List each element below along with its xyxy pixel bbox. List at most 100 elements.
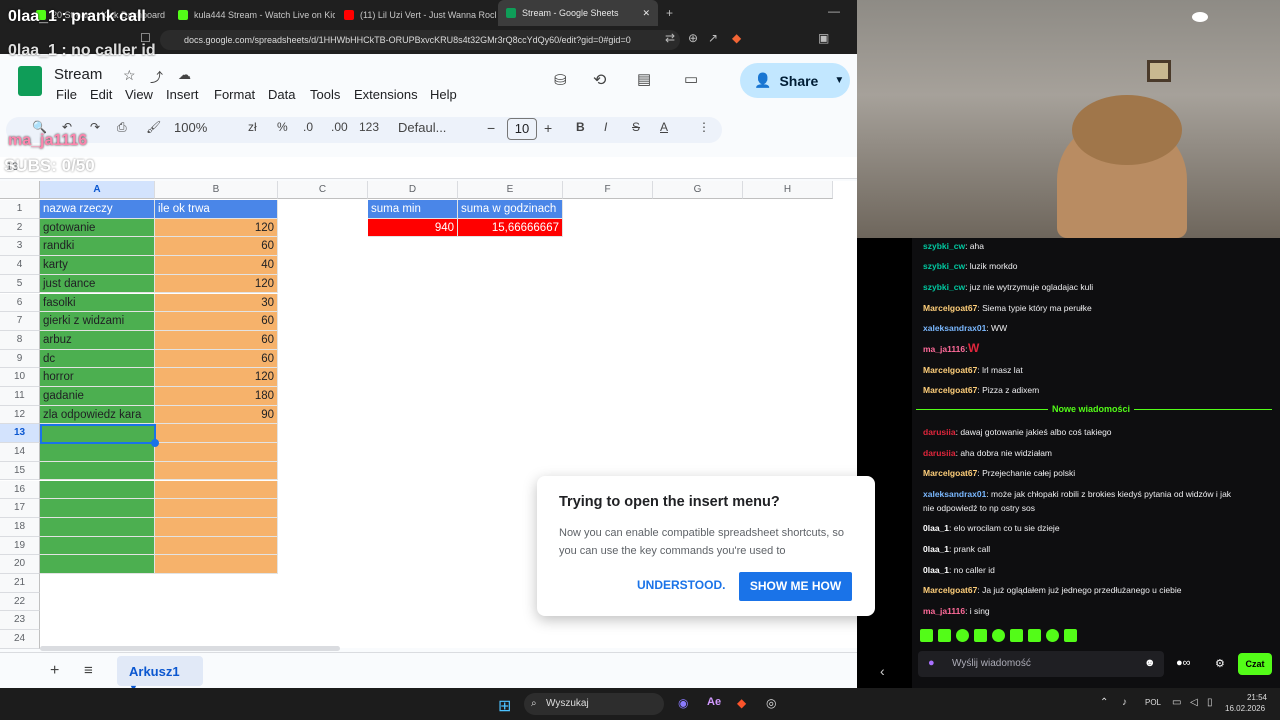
chat-username[interactable]: Marcelgoat67: [923, 303, 977, 313]
column-header-b[interactable]: B: [155, 181, 278, 199]
cell-minutes[interactable]: 120: [155, 274, 278, 294]
tray-chevron-icon[interactable]: ⌃: [1100, 697, 1108, 708]
menu-format[interactable]: Format: [214, 87, 255, 102]
emote-icon[interactable]: [1064, 629, 1077, 642]
row-header[interactable]: 6: [0, 293, 40, 313]
chat-username[interactable]: 0laa_1: [923, 523, 949, 533]
emoji-icon[interactable]: ☻: [1144, 657, 1156, 669]
collapse-icon[interactable]: ‹: [880, 663, 885, 679]
font-size-input[interactable]: 10: [507, 118, 537, 140]
chat-username[interactable]: szybki_cw: [923, 241, 965, 251]
row-header[interactable]: 14: [0, 443, 40, 462]
row-header[interactable]: 1: [0, 200, 40, 219]
browser-tab[interactable]: kula444 Stream - Watch Live on Kick: [170, 4, 335, 26]
menu-help[interactable]: Help: [430, 87, 457, 102]
cell-minutes[interactable]: 60: [155, 330, 278, 350]
cell-name[interactable]: zla odpowiedz kara: [40, 405, 155, 425]
cell-name[interactable]: [40, 461, 155, 481]
row-header[interactable]: 20: [0, 555, 40, 574]
cell-minutes[interactable]: [155, 480, 278, 500]
menu-insert[interactable]: Insert: [166, 87, 199, 102]
cell-name[interactable]: [40, 555, 155, 574]
row-header[interactable]: 17: [0, 499, 40, 518]
battery-icon[interactable]: ▯: [1207, 697, 1213, 708]
more-icon[interactable]: ⋮: [698, 120, 710, 134]
emote-icon[interactable]: [956, 629, 969, 642]
paint-format-icon[interactable]: 🖌: [146, 120, 161, 134]
chat-username[interactable]: szybki_cw: [923, 261, 965, 271]
cell-name[interactable]: [40, 517, 155, 537]
chat-username[interactable]: Marcelgoat67: [923, 585, 977, 595]
chat-username[interactable]: darusiia: [923, 427, 956, 437]
row-header[interactable]: 18: [0, 517, 40, 537]
row-header[interactable]: 13: [0, 424, 40, 444]
increase-decimal-button[interactable]: .00: [331, 120, 348, 134]
share-button[interactable]: 👤 Share ▼: [740, 63, 850, 98]
column-header-g[interactable]: G: [653, 181, 743, 199]
cell-b1[interactable]: ile ok trwa: [155, 200, 278, 219]
move-icon[interactable]: ⤴: [150, 67, 163, 86]
cell-name[interactable]: [40, 443, 155, 462]
menu-tools[interactable]: Tools: [310, 87, 340, 102]
percent-button[interactable]: %: [277, 120, 288, 134]
emote-icon[interactable]: [1028, 629, 1041, 642]
cell-minutes[interactable]: [155, 517, 278, 537]
emote-icon[interactable]: [974, 629, 987, 642]
cell-name[interactable]: randki: [40, 237, 155, 257]
currency-button[interactable]: zł: [248, 120, 257, 134]
emote-icon[interactable]: [1010, 629, 1023, 642]
discord-icon[interactable]: ◉: [678, 696, 688, 710]
minimize-icon[interactable]: —: [828, 4, 840, 18]
cell-minutes[interactable]: 40: [155, 256, 278, 275]
row-header[interactable]: 24: [0, 630, 40, 649]
close-icon[interactable]: ✕: [642, 8, 650, 19]
cell-name[interactable]: gierki z widzami: [40, 312, 155, 331]
font-size-plus-button[interactable]: +: [544, 120, 552, 136]
column-header-c[interactable]: C: [278, 181, 368, 199]
chat-username[interactable]: szybki_cw: [923, 282, 965, 292]
chat-input[interactable]: ● Wyślij wiadomość ☻: [918, 651, 1164, 677]
formula-bar[interactable]: [0, 157, 857, 179]
clock-time[interactable]: 21:54: [1229, 693, 1267, 702]
column-header-h[interactable]: H: [743, 181, 833, 199]
star-icon[interactable]: ☆: [123, 67, 136, 84]
cell-d2[interactable]: 940: [368, 218, 458, 238]
chat-send-button[interactable]: Czat: [1238, 653, 1272, 675]
volume-icon[interactable]: ◁: [1190, 697, 1198, 708]
cell-minutes[interactable]: [155, 461, 278, 481]
row-header[interactable]: 16: [0, 480, 40, 500]
emote-bar[interactable]: [920, 629, 1100, 643]
row-header[interactable]: 11: [0, 387, 40, 406]
cell-e2[interactable]: 15,66666667: [458, 218, 563, 238]
network-icon[interactable]: ▭: [1172, 697, 1181, 708]
selected-cell[interactable]: [40, 424, 156, 444]
show-me-how-button[interactable]: SHOW ME HOW: [739, 572, 852, 601]
fill-handle[interactable]: [151, 439, 159, 447]
emote-icon[interactable]: [920, 629, 933, 642]
video-call-icon[interactable]: ▭: [684, 70, 698, 88]
row-header[interactable]: 10: [0, 368, 40, 387]
cell-name[interactable]: gotowanie: [40, 218, 155, 238]
cell-name[interactable]: fasolki: [40, 293, 155, 313]
cell-minutes[interactable]: 60: [155, 237, 278, 257]
doc-title[interactable]: Stream: [54, 66, 102, 83]
select-all-corner[interactable]: [0, 181, 40, 199]
cell-d1[interactable]: suma min: [368, 200, 458, 219]
row-header[interactable]: 4: [0, 256, 40, 275]
column-header-f[interactable]: F: [563, 181, 653, 199]
cell-minutes[interactable]: [155, 536, 278, 556]
cell-minutes[interactable]: 60: [155, 349, 278, 369]
chat-username[interactable]: ma_ja1116: [923, 606, 965, 616]
obs-icon[interactable]: ◎: [766, 696, 776, 710]
cell-name[interactable]: [40, 499, 155, 518]
menu-file[interactable]: File: [56, 87, 77, 102]
bold-button[interactable]: B: [576, 120, 585, 134]
share-page-icon[interactable]: ↗: [708, 31, 718, 45]
column-header-e[interactable]: E: [458, 181, 563, 199]
redo-icon[interactable]: ↷: [90, 120, 100, 134]
strikethrough-button[interactable]: S: [632, 120, 640, 134]
chat-username[interactable]: darusiia: [923, 448, 956, 458]
cloud-icon[interactable]: ☁: [178, 67, 191, 83]
row-header[interactable]: 21: [0, 574, 40, 593]
row-header[interactable]: 7: [0, 312, 40, 331]
